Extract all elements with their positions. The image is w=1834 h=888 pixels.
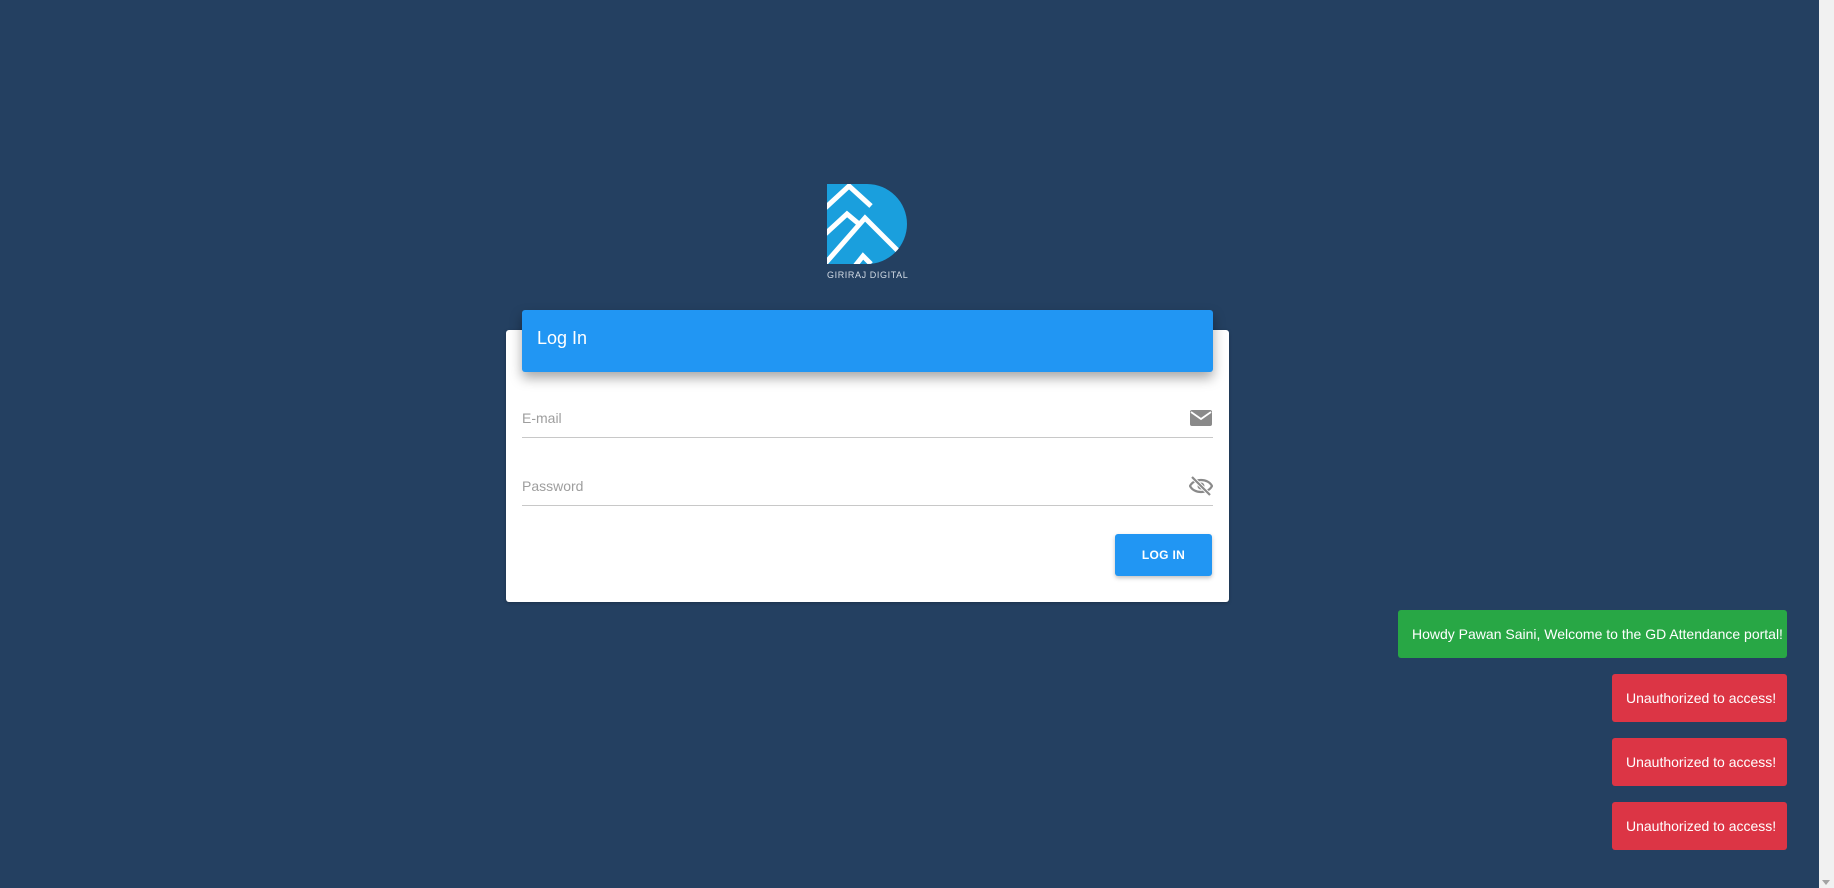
- password-field: [522, 471, 1214, 506]
- toast-error[interactable]: Unauthorized to access!: [1612, 674, 1787, 722]
- password-input[interactable]: [522, 471, 1172, 501]
- login-card-header: Log In: [522, 310, 1213, 372]
- login-button[interactable]: LOG IN: [1115, 534, 1212, 576]
- email-field: [522, 403, 1213, 438]
- toast-error[interactable]: Unauthorized to access!: [1612, 802, 1787, 850]
- login-title: Log In: [537, 328, 588, 348]
- eye-off-icon[interactable]: [1188, 475, 1214, 497]
- brand-logo: GIRIRAJ DIGITAL: [827, 184, 909, 284]
- logo-mark-icon: [827, 184, 907, 264]
- envelope-icon: [1189, 407, 1213, 429]
- toast-error[interactable]: Unauthorized to access!: [1612, 738, 1787, 786]
- vertical-scrollbar[interactable]: [1819, 0, 1834, 888]
- email-input[interactable]: [522, 403, 1172, 433]
- scroll-down-arrow-icon[interactable]: [1822, 880, 1830, 885]
- toast-success[interactable]: Howdy Pawan Saini, Welcome to the GD Att…: [1398, 610, 1787, 658]
- logo-text: GIRIRAJ DIGITAL: [827, 270, 909, 280]
